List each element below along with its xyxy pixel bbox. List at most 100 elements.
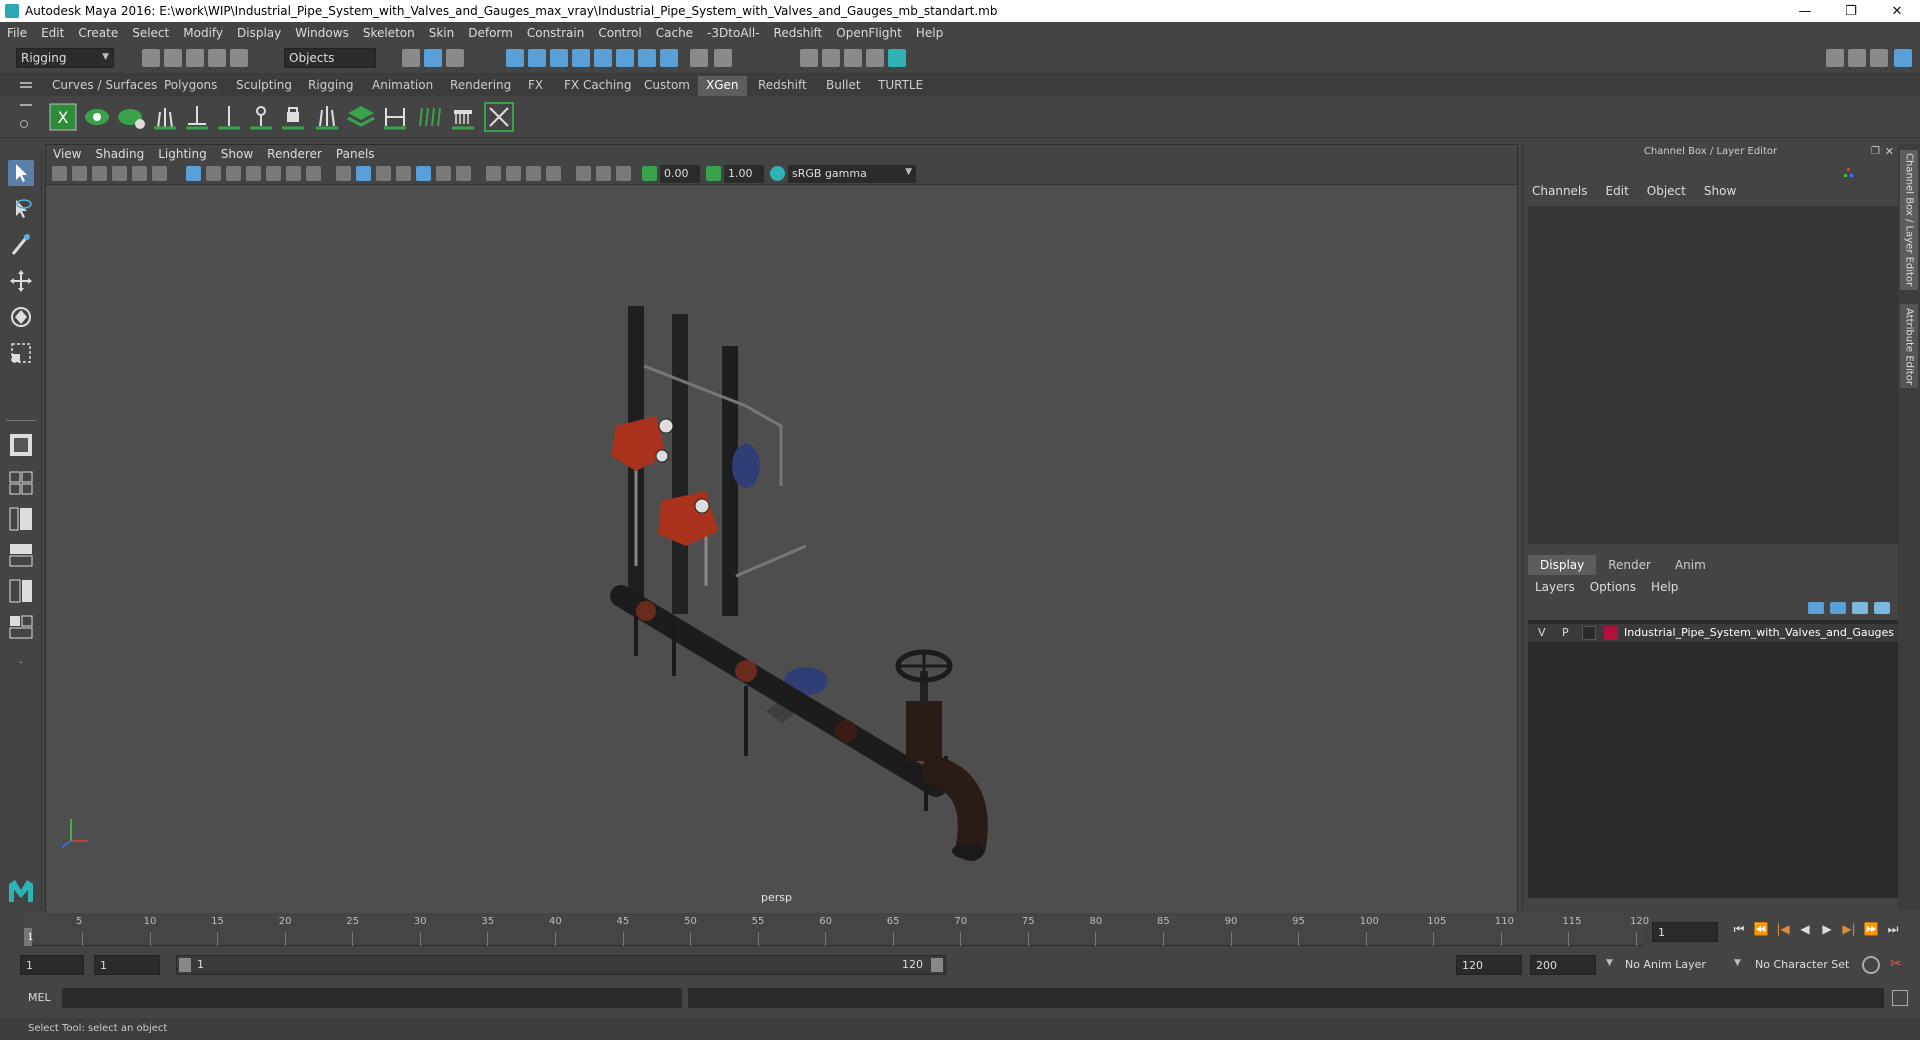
vp-menu-view[interactable]: View (46, 147, 88, 161)
play-forwards-icon[interactable]: ▶ (1816, 922, 1838, 937)
color-management-icon[interactable] (770, 166, 785, 181)
guide-cvs-icon[interactable] (246, 102, 276, 132)
command-language-label[interactable]: MEL (28, 991, 51, 1004)
le-menu-options[interactable]: Options (1590, 580, 1645, 594)
menu-skin[interactable]: Skin (422, 26, 462, 40)
range-start-handle[interactable] (179, 958, 191, 972)
menu-constrain[interactable]: Constrain (520, 26, 592, 40)
menu-deform[interactable]: Deform (461, 26, 520, 40)
le-menu-help[interactable]: Help (1651, 580, 1687, 594)
exposure-field[interactable]: 0.00 (660, 165, 700, 183)
shadows-icon[interactable] (436, 166, 451, 181)
save-scene-icon[interactable] (186, 49, 204, 67)
channel-list-area[interactable] (1528, 206, 1898, 544)
tab-fx[interactable]: FX (520, 76, 551, 96)
float-panel-icon[interactable]: ❐ (1871, 146, 1880, 157)
grid-icon[interactable] (186, 166, 201, 181)
character-set-dropdown[interactable]: No Character Set (1750, 955, 1860, 975)
snap-help-icon[interactable] (660, 49, 678, 67)
attribute-editor-icon[interactable] (1848, 49, 1866, 67)
layer-playback-toggle[interactable]: P (1562, 626, 1569, 639)
tool-settings-icon[interactable] (1870, 49, 1888, 67)
menu-3dtoall[interactable]: -3DtoAll- (700, 26, 766, 40)
snap-live-icon[interactable] (594, 49, 612, 67)
tab-custom[interactable]: Custom (636, 76, 698, 96)
menu-create[interactable]: Create (71, 26, 125, 40)
wireframe-icon[interactable] (336, 166, 351, 181)
film-gate-icon[interactable] (206, 166, 221, 181)
toolbox-more-icon[interactable]: · (14, 658, 28, 672)
play-backwards-icon[interactable]: ◀ (1794, 922, 1816, 937)
field-chart-icon[interactable] (266, 166, 281, 181)
xray-joints-icon[interactable] (616, 166, 631, 181)
step-forward-key-icon[interactable]: ▶| (1838, 922, 1860, 937)
safe-title-icon[interactable] (306, 166, 321, 181)
menu-help[interactable]: Help (909, 26, 950, 40)
layer-name[interactable]: Industrial_Pipe_System_with_Valves_and_G… (1624, 626, 1894, 639)
tab-display[interactable]: Display (1528, 555, 1597, 575)
menuset-dropdown[interactable]: Rigging ▼ (16, 48, 114, 68)
xgen-clear-icon[interactable] (116, 102, 146, 132)
layer-visibility-toggle[interactable]: V (1538, 626, 1546, 639)
screen-space-ao-icon[interactable] (456, 166, 471, 181)
new-scene-icon[interactable] (142, 49, 160, 67)
start-time-field[interactable]: 1 (20, 955, 84, 975)
select-hierarchy-icon[interactable] (402, 49, 420, 67)
cb-menu-channels[interactable]: Channels (1523, 184, 1597, 198)
move-layer-up-icon[interactable] (1808, 602, 1824, 614)
channel-box-icon[interactable] (1894, 49, 1912, 67)
isolate-select-icon[interactable] (546, 166, 561, 181)
move-tool-icon[interactable] (8, 268, 34, 294)
tab-redshift[interactable]: Redshift (750, 76, 815, 96)
render-settings-icon[interactable] (866, 49, 884, 67)
menu-edit[interactable]: Edit (34, 26, 71, 40)
step-back-key-icon[interactable]: |◀ (1772, 922, 1794, 937)
time-slider-track[interactable]: 1 5 10 15 20 25 30 35 40 45 50 55 60 65 70 75 80 85 90 95 1… (24, 914, 1649, 946)
select-tool-icon[interactable] (8, 160, 34, 186)
go-to-end-icon[interactable]: ⏭ (1882, 922, 1904, 937)
playback-start-field[interactable]: 1 (94, 955, 160, 975)
resolution-gate-icon[interactable] (226, 166, 241, 181)
construction-history-icon[interactable] (714, 49, 732, 67)
move-layer-down-icon[interactable] (1830, 602, 1846, 614)
range-end-handle[interactable] (931, 958, 943, 972)
cb-menu-edit[interactable]: Edit (1597, 184, 1638, 198)
select-object-icon[interactable] (424, 49, 442, 67)
tab-curves-surfaces[interactable]: Curves / Surfaces (44, 76, 165, 96)
playback-end-field[interactable]: 120 (1456, 955, 1522, 975)
animation-preferences-icon[interactable]: ✂ (1890, 956, 1908, 974)
ipr-render-icon[interactable] (844, 49, 862, 67)
layer-display-type[interactable] (1582, 626, 1596, 640)
lock-icon[interactable] (690, 49, 708, 67)
groom-comb-icon[interactable] (448, 102, 478, 132)
menu-skeleton[interactable]: Skeleton (356, 26, 422, 40)
cb-menu-object[interactable]: Object (1638, 184, 1695, 198)
tab-animation[interactable]: Animation (364, 76, 441, 96)
safe-action-icon[interactable] (286, 166, 301, 181)
single-perspective-layout-icon[interactable] (8, 432, 34, 458)
persp-graph-layout-icon[interactable] (8, 542, 34, 568)
hypershade-icon[interactable] (888, 49, 906, 67)
time-slider[interactable]: 1 5 10 15 20 25 30 35 40 45 50 55 60 65 70 75 80 85 90 95 1… (24, 914, 1649, 946)
layer-row[interactable]: V P Industrial_Pipe_System_with_Valves_a… (1528, 624, 1898, 642)
rotate-tool-icon[interactable] (8, 304, 34, 330)
vp-menu-show[interactable]: Show (214, 147, 260, 161)
render-view-icon[interactable] (800, 49, 818, 67)
use-all-lights-icon[interactable] (416, 166, 431, 181)
depth-of-field-icon[interactable] (526, 166, 541, 181)
script-editor-icon[interactable] (1892, 990, 1908, 1006)
menu-redshift[interactable]: Redshift (767, 26, 830, 40)
step-back-frame-icon[interactable]: ⏪ (1750, 922, 1772, 937)
textured-icon[interactable] (396, 166, 411, 181)
guide-select-icon[interactable] (182, 102, 212, 132)
tab-rendering[interactable]: Rendering (442, 76, 519, 96)
tab-xgen[interactable]: XGen (698, 76, 747, 96)
add-guide-icon[interactable] (150, 102, 180, 132)
default-material-icon[interactable] (376, 166, 391, 181)
minimize-button[interactable]: — (1782, 0, 1828, 22)
menu-openflight[interactable]: OpenFlight (829, 26, 909, 40)
vp-menu-shading[interactable]: Shading (88, 147, 151, 161)
multisample-aa-icon[interactable] (506, 166, 521, 181)
vp-menu-lighting[interactable]: Lighting (151, 147, 214, 161)
close-icon[interactable]: ✕ (1885, 145, 1894, 158)
